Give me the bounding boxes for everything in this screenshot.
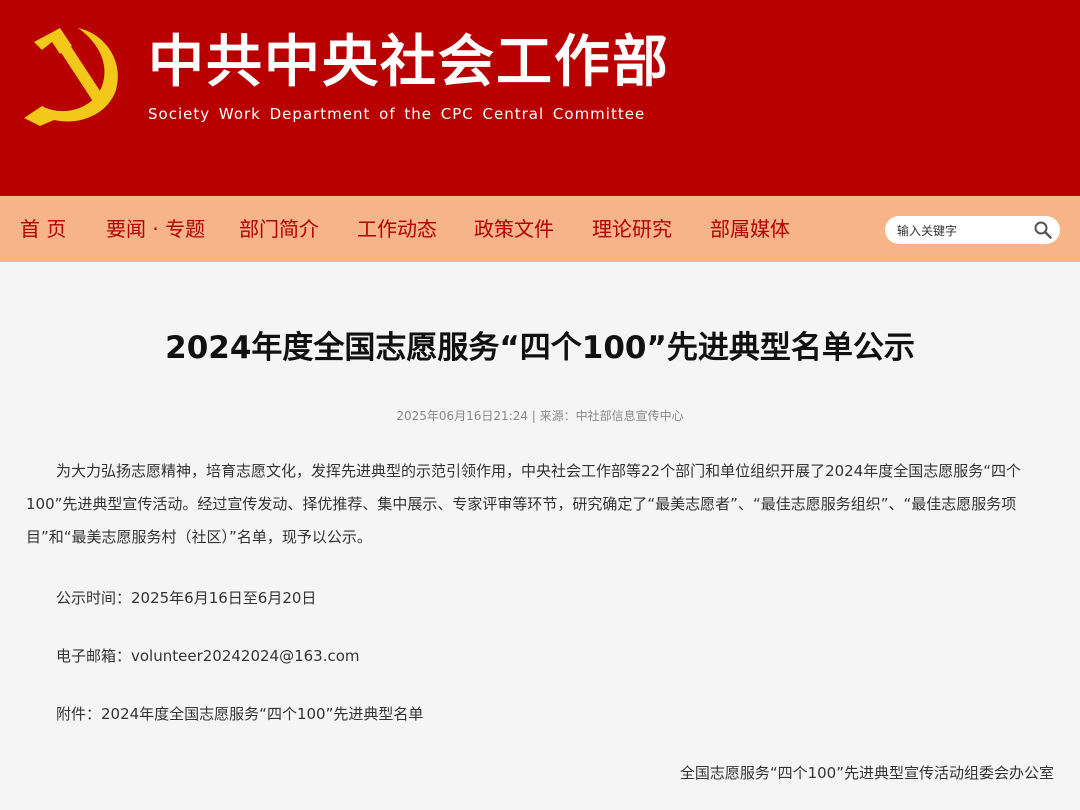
hammer-sickle-icon — [24, 28, 118, 126]
contact-email: 电子邮箱：volunteer20242024@163.com — [56, 647, 360, 665]
article-paragraph: 为大力弘扬志愿精神，培育志愿文化，发挥先进典型的示范引领作用，中央社会工作部等2… — [26, 462, 1022, 546]
nav-item-policy[interactable]: 政策文件 — [474, 196, 554, 262]
site-title: 中共中央社会工作部 — [148, 30, 670, 95]
article-signature: 全国志愿服务“四个100”先进典型宣传活动组委会办公室 — [679, 764, 1054, 782]
site-subtitle: Society Work Department of the CPC Centr… — [148, 105, 646, 123]
site-header: 中共中央社会工作部 Society Work Department of the… — [0, 0, 1080, 196]
attachment-link[interactable]: 附件：2024年度全国志愿服务“四个100”先进典型名单 — [56, 703, 423, 725]
article-title: 2024年度全国志愿服务“四个100”先进典型名单公示 — [165, 330, 915, 366]
search-box — [885, 216, 1060, 244]
article: 2024年度全国志愿服务“四个100”先进典型名单公示 2025年06月16日2… — [0, 262, 1080, 810]
nav-item-media[interactable]: 部属媒体 — [710, 196, 790, 262]
search-icon[interactable] — [1034, 221, 1052, 239]
nav-item-home[interactable]: 首 页 — [20, 196, 66, 262]
nav-item-research[interactable]: 理论研究 — [592, 196, 672, 262]
notice-period: 公示时间：2025年6月16日至6月20日 — [56, 589, 317, 607]
article-meta: 2025年06月16日21:24 | 来源：中社部信息宣传中心 — [396, 409, 684, 423]
nav-item-work-news[interactable]: 工作动态 — [357, 196, 437, 262]
search-input[interactable] — [895, 219, 1031, 243]
nav-item-about[interactable]: 部门简介 — [239, 196, 319, 262]
nav-item-news-topics[interactable]: 要闻 · 专题 — [106, 196, 205, 262]
